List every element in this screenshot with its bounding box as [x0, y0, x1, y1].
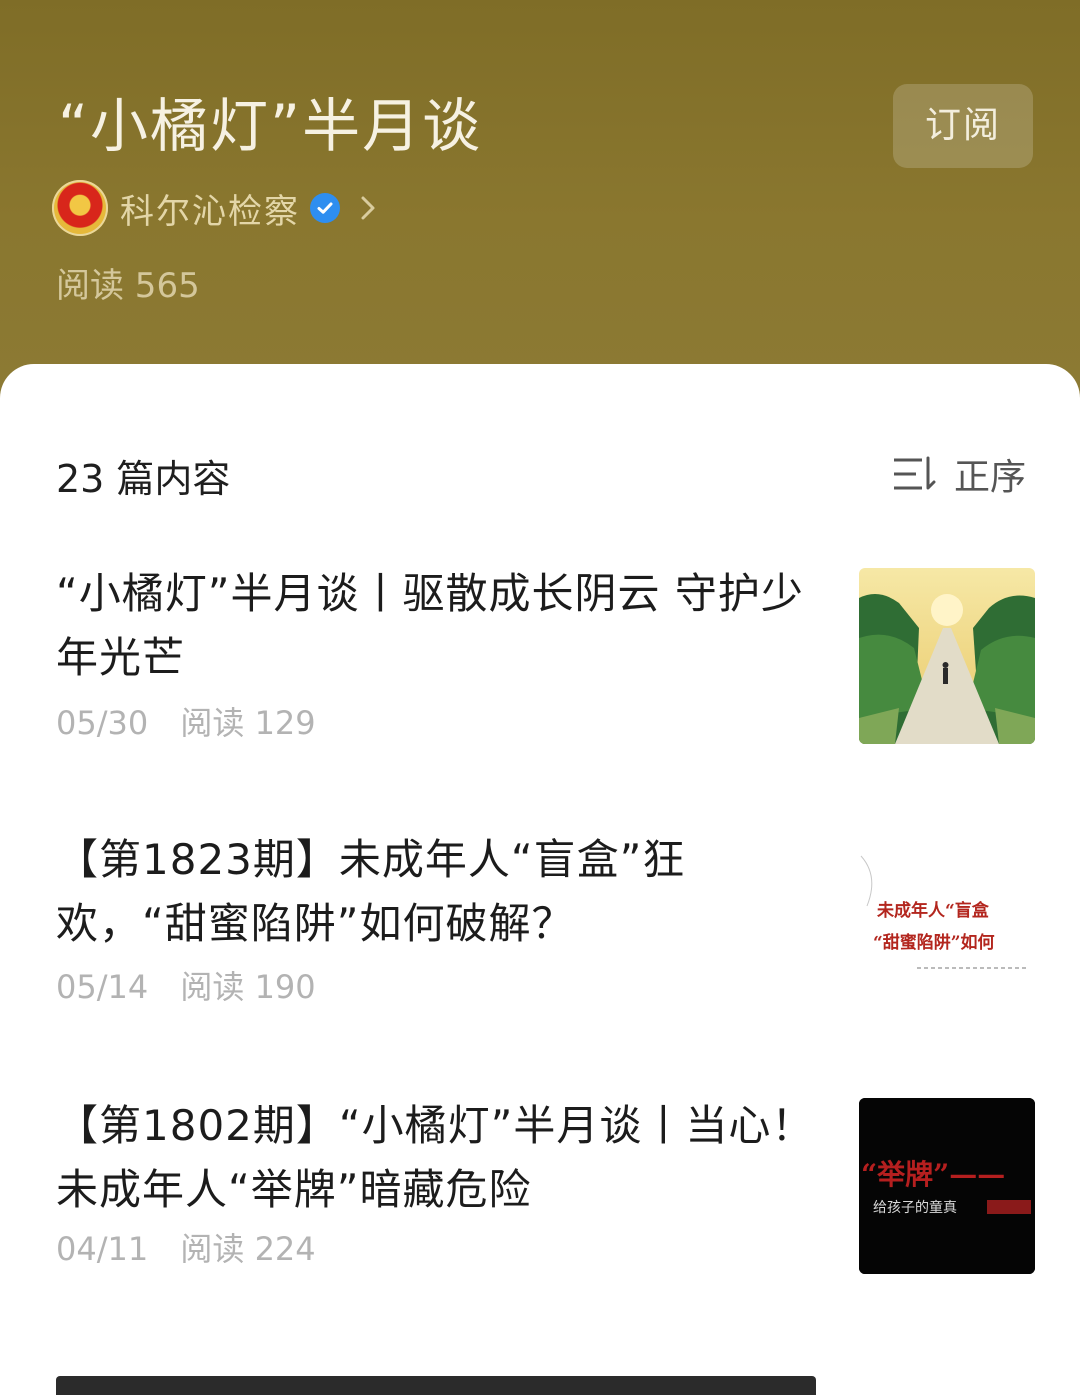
article-item[interactable]: 【第1823期】未成年人“盲盒”狂欢，“甜蜜陷阱”如何破解？ 05/14 阅读 …: [56, 828, 1056, 1018]
article-reads: 阅读 224: [180, 1230, 316, 1268]
subscribe-button[interactable]: 订阅: [893, 84, 1033, 168]
article-title-partial: [56, 1376, 816, 1395]
poster-line-1: 未成年人“盲盒: [876, 900, 990, 921]
article-title: 【第1823期】未成年人“盲盒”狂欢，“甜蜜陷阱”如何破解？: [56, 835, 686, 948]
avatar: [52, 180, 108, 236]
article-thumbnail: “举牌”—— 给孩子的童真: [859, 1098, 1035, 1274]
article-item[interactable]: 【第1802期】“小橘灯”半月谈丨当心！未成年人“举牌”暗藏危险 04/11 阅…: [56, 1094, 1056, 1284]
sort-toggle[interactable]: 正序: [892, 448, 1026, 500]
article-meta: 05/14 阅读 190: [56, 962, 316, 1008]
article-thumbnail: [859, 568, 1035, 744]
author-link[interactable]: 科尔沁检察: [52, 178, 382, 238]
article-thumbnail: 未成年人“盲盒 “甜蜜陷阱”如何: [859, 836, 1035, 1012]
article-title: 【第1802期】“小橘灯”半月谈丨当心！未成年人“举牌”暗藏危险: [56, 1101, 815, 1214]
article-meta: 05/30 阅读 129: [56, 698, 316, 744]
header-banner: “小橘灯”半月谈 订阅 科尔沁检察 阅读 565: [0, 0, 1080, 400]
article-date: 05/14: [56, 968, 149, 1006]
article-count: 23 篇内容: [56, 457, 231, 501]
sunset-road-image: [859, 568, 1035, 744]
poster-title: “举牌”——: [861, 1158, 1005, 1191]
total-reads: 阅读 565: [56, 266, 200, 306]
article-date: 05/30: [56, 704, 149, 742]
poster-line-2: “甜蜜陷阱”如何: [873, 932, 995, 953]
article-meta: 04/11 阅读 224: [56, 1224, 316, 1270]
article-reads: 阅读 129: [180, 704, 316, 742]
article-reads: 阅读 190: [180, 968, 316, 1006]
sort-icon: [894, 456, 936, 490]
page-title: “小橘灯”半月谈: [58, 92, 483, 160]
article-title: “小橘灯”半月谈丨驱散成长阴云 守护少年光芒: [56, 569, 804, 682]
verified-icon: [310, 193, 340, 223]
sort-label: 正序: [954, 457, 1027, 498]
poster-subtitle: 给孩子的童真: [873, 1199, 957, 1216]
article-item[interactable]: “小橘灯”半月谈丨驱散成长阴云 守护少年光芒 05/30 阅读 129: [56, 562, 1056, 752]
article-item-partial[interactable]: [56, 1376, 816, 1395]
chevron-right-icon: [361, 196, 375, 220]
text-poster-image: 未成年人“盲盒 “甜蜜陷阱”如何: [859, 836, 1035, 1012]
author-name: 科尔沁检察: [120, 191, 300, 232]
article-date: 04/11: [56, 1230, 149, 1268]
dark-poster-image: “举牌”—— 给孩子的童真: [859, 1098, 1035, 1274]
